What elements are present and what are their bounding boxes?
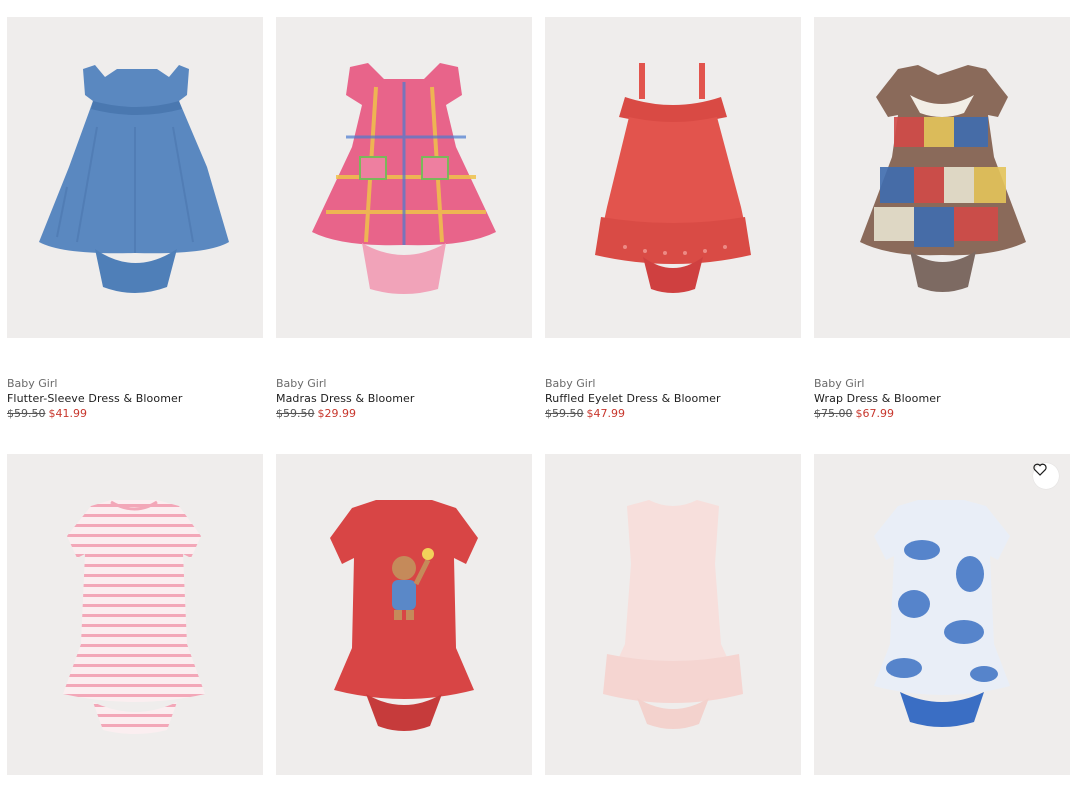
plaid-dress-icon	[312, 63, 496, 294]
product-info: Baby Girl Madras Dress & Bloomer $59.50 $…	[276, 338, 532, 421]
product-row: Baby Girl Flutter-Sleeve Dress & Bloomer…	[7, 17, 1071, 421]
product-category: Baby Girl	[7, 377, 58, 390]
product-name[interactable]: Ruffled Eyelet Dress & Bloomer	[545, 391, 801, 406]
product-card[interactable]: Baby Girl Madras Dress & Bloomer $59.50 $…	[276, 17, 532, 421]
product-card[interactable]: Baby Girl Ruffled Eyelet Dress & Bloomer…	[545, 17, 801, 421]
product-image[interactable]	[545, 17, 801, 338]
product-category: Baby Girl	[545, 377, 596, 390]
sale-price: $67.99	[855, 407, 895, 420]
original-price: $59.50	[545, 407, 584, 420]
product-price: $59.50 $41.99	[7, 406, 263, 421]
chambray-dress-icon	[39, 65, 229, 293]
product-card[interactable]	[545, 454, 801, 775]
product-row	[7, 454, 1070, 775]
product-name[interactable]: Flutter-Sleeve Dress & Bloomer	[7, 391, 263, 406]
sale-price: $29.99	[317, 407, 357, 420]
bear-dress-icon	[330, 500, 478, 731]
eyelet-dress-icon	[595, 63, 751, 293]
product-category: Baby Girl	[276, 377, 327, 390]
product-name[interactable]: Madras Dress & Bloomer	[276, 391, 532, 406]
sale-price: $47.99	[586, 407, 626, 420]
original-price: $59.50	[7, 407, 46, 420]
product-price: $59.50 $47.99	[545, 406, 801, 421]
patchwork-dress-icon	[860, 65, 1026, 292]
product-info: Baby Girl Ruffled Eyelet Dress & Bloomer…	[545, 338, 801, 421]
product-info: Baby Girl Wrap Dress & Bloomer $75.00 $67…	[814, 338, 1070, 421]
product-image[interactable]	[814, 17, 1070, 338]
pink-dress-icon	[603, 500, 743, 729]
product-category: Baby Girl	[814, 377, 865, 390]
product-image[interactable]	[276, 17, 532, 338]
original-price: $59.50	[276, 407, 315, 420]
product-card[interactable]: Baby Girl Flutter-Sleeve Dress & Bloomer…	[7, 17, 263, 421]
product-price: $59.50 $29.99	[276, 406, 532, 421]
product-image[interactable]	[7, 454, 263, 775]
product-price: $75.00 $67.99	[814, 406, 1070, 421]
product-card[interactable]: Baby Girl Wrap Dress & Bloomer $75.00 $67…	[814, 17, 1070, 421]
product-image[interactable]	[276, 454, 532, 775]
original-price: $75.00	[814, 407, 853, 420]
heart-icon	[1033, 463, 1047, 476]
wishlist-button[interactable]	[1033, 463, 1059, 489]
product-card[interactable]	[276, 454, 532, 775]
product-card[interactable]	[814, 454, 1070, 775]
sale-price: $41.99	[48, 407, 88, 420]
tie-dye-dress-icon	[874, 500, 1010, 727]
product-image[interactable]	[814, 454, 1070, 775]
product-image[interactable]	[7, 17, 263, 338]
product-image[interactable]	[545, 454, 801, 775]
product-info: Baby Girl Flutter-Sleeve Dress & Bloomer…	[7, 338, 263, 421]
product-grid: Baby Girl Flutter-Sleeve Dress & Bloomer…	[7, 17, 1071, 775]
striped-dress-icon	[63, 500, 205, 734]
product-name[interactable]: Wrap Dress & Bloomer	[814, 391, 1070, 406]
product-card[interactable]	[7, 454, 263, 775]
